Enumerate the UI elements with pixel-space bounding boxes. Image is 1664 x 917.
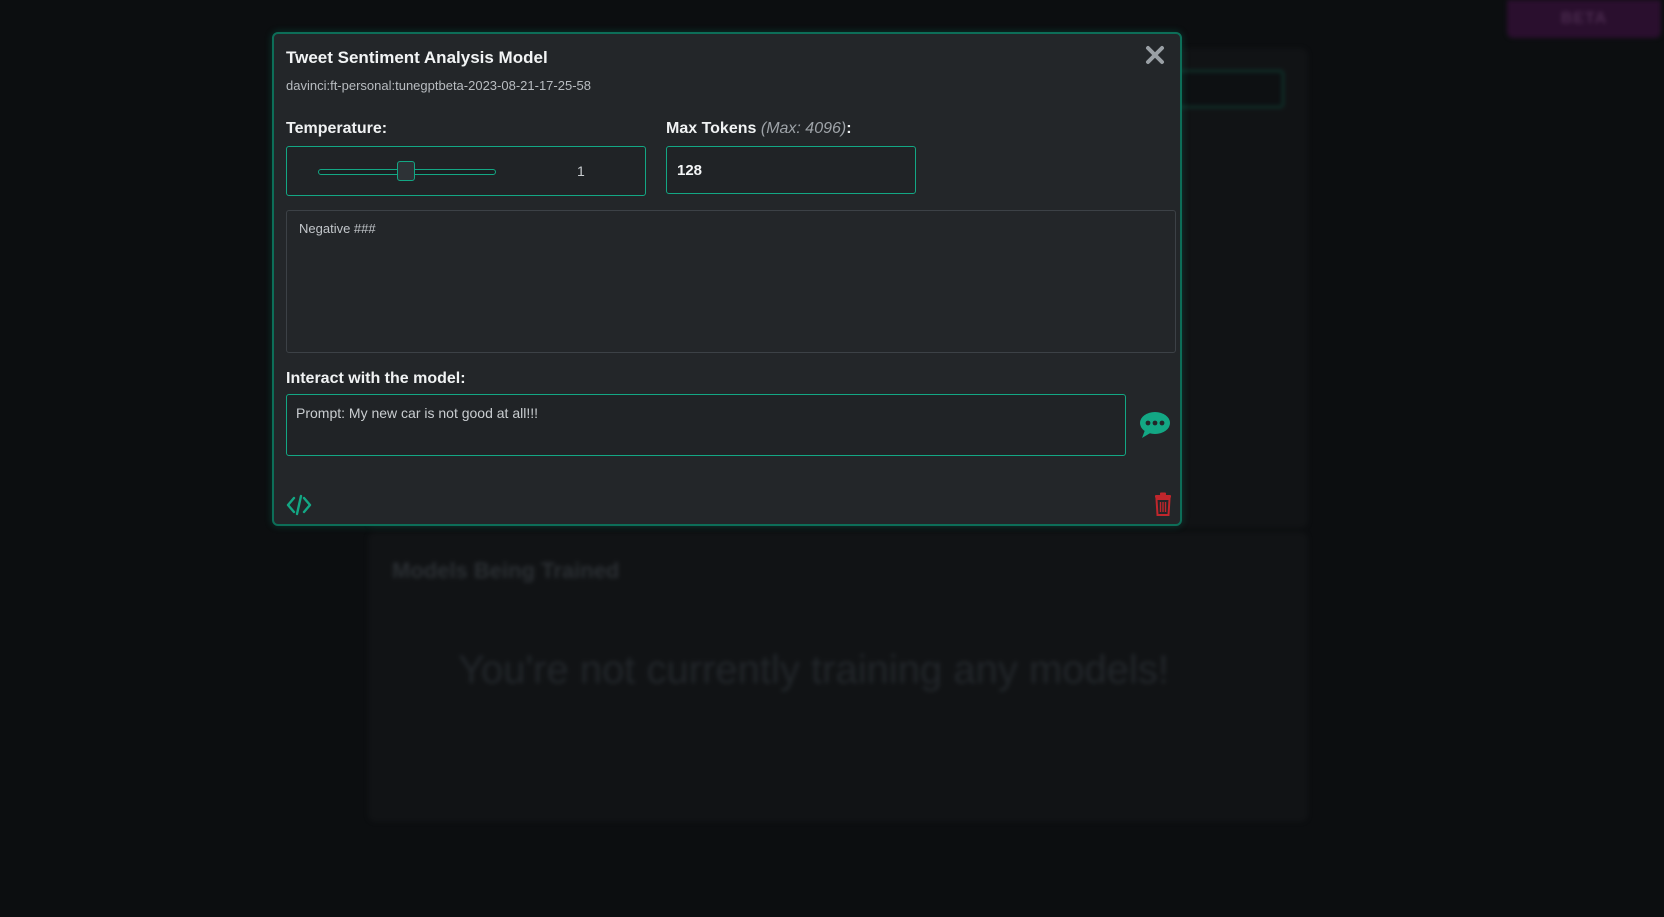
prompt-input[interactable]: Prompt: My new car is not good at all!!! bbox=[286, 394, 1126, 456]
close-icon-glyph bbox=[1146, 46, 1164, 64]
temperature-label: Temperature: bbox=[286, 120, 388, 137]
max-tokens-limit-note: (Max: 4096) bbox=[760, 120, 847, 137]
model-dialog: Tweet Sentiment Analysis Model davinci:f… bbox=[272, 32, 1182, 526]
model-response-output: Negative ### bbox=[286, 210, 1176, 353]
max-tokens-input[interactable] bbox=[666, 146, 916, 194]
max-tokens-label-suffix: : bbox=[846, 120, 852, 137]
send-prompt-button[interactable] bbox=[1138, 410, 1172, 440]
temperature-value: 1 bbox=[577, 163, 585, 179]
beta-badge: BETA bbox=[1507, 0, 1661, 38]
trash-icon bbox=[1155, 492, 1171, 516]
view-code-button[interactable] bbox=[286, 494, 312, 516]
max-tokens-label-text: Max Tokens bbox=[666, 120, 757, 137]
delete-model-button[interactable] bbox=[1154, 492, 1172, 516]
close-icon[interactable] bbox=[1142, 44, 1168, 70]
temperature-slider-thumb[interactable] bbox=[397, 161, 415, 181]
code-icon bbox=[286, 494, 312, 516]
model-title: Tweet Sentiment Analysis Model bbox=[286, 48, 548, 67]
temperature-control: 1 bbox=[286, 146, 646, 196]
model-id: davinci:ft-personal:tunegptbeta-2023-08-… bbox=[286, 78, 591, 93]
interact-label: Interact with the model: bbox=[286, 370, 466, 387]
chat-bubble-icon bbox=[1140, 412, 1170, 438]
training-empty-message: You're not currently training any models… bbox=[458, 648, 1169, 692]
training-section-title: Models Being Trained bbox=[392, 558, 620, 583]
max-tokens-label: Max Tokens (Max: 4096): bbox=[666, 120, 852, 138]
